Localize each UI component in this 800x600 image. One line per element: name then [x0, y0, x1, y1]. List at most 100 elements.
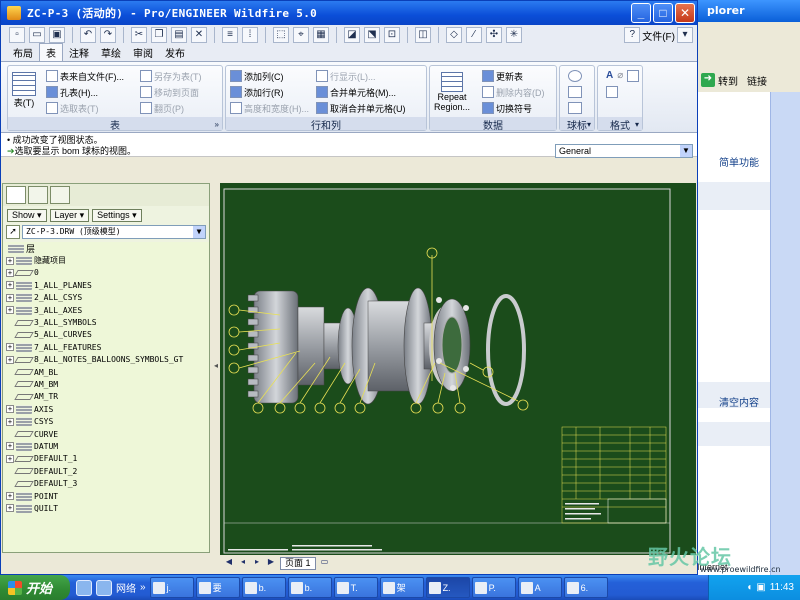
taskbar-window-button[interactable]: Z.	[425, 577, 470, 598]
layer-item[interactable]: +3_ALL_AXES	[6, 304, 209, 316]
background-scrollbar[interactable]	[770, 92, 800, 575]
layer-item[interactable]: + QUILT	[6, 502, 209, 514]
clock[interactable]: 11:43	[770, 582, 794, 593]
taskbar-window-button[interactable]: b.	[241, 577, 286, 598]
layer-item[interactable]: DEFAULT_3	[6, 477, 209, 489]
tray-network-icon[interactable]: ▣	[756, 582, 765, 593]
layer-icon[interactable]: ≡	[222, 27, 238, 43]
expand-icon[interactable]: +	[6, 442, 14, 451]
maximize-button[interactable]: □	[653, 3, 673, 23]
select-box-icon[interactable]: ⬚	[273, 27, 289, 43]
o-ring-part[interactable]	[486, 294, 526, 406]
tray-volume-icon[interactable]: ◖	[746, 582, 752, 593]
desktop-quick-launch-icon[interactable]	[96, 579, 112, 596]
favorites-tab[interactable]	[50, 186, 70, 204]
copy-icon[interactable]: ❐	[151, 27, 167, 43]
layer-item[interactable]: +8_ALL_NOTES_BALLOONS_SYMBOLS_GT	[6, 354, 209, 366]
window-control-icon[interactable]: ▾	[677, 27, 693, 43]
layer-item[interactable]: + AXIS	[6, 403, 209, 415]
delete-icon[interactable]: ✕	[191, 27, 207, 43]
layer-item[interactable]: 3_ALL_SYMBOLS	[6, 316, 209, 328]
taskbar-window-button[interactable]: T.	[333, 577, 378, 598]
expand-icon[interactable]: +	[6, 256, 14, 265]
datum-axis-icon[interactable]: ⁄	[466, 27, 482, 43]
ribbon-tab-0[interactable]: 布局	[7, 44, 39, 61]
merge-cells-button[interactable]: 合并单元格(M)...	[316, 84, 406, 100]
csys-icon[interactable]: ✳	[506, 27, 522, 43]
layer-menu-button[interactable]: Layer ▾	[49, 208, 90, 222]
sheet-tab-1[interactable]: 页面 1	[280, 556, 316, 570]
layer-item[interactable]: +1_ALL_PLANES	[6, 279, 209, 291]
layer-item[interactable]: +2_ALL_CSYS	[6, 292, 209, 304]
help-icon[interactable]: ?	[624, 27, 641, 43]
prev-sheet-icon[interactable]: ◂	[238, 557, 248, 569]
expand-icon[interactable]: +	[6, 268, 14, 277]
chevron-down-icon[interactable]: ▼	[193, 226, 205, 238]
chevron-down-icon[interactable]: ▼	[680, 145, 692, 157]
expand-icon[interactable]: +	[6, 355, 14, 364]
text-style-icon[interactable]: A	[606, 70, 613, 82]
layer-item[interactable]: + POINT	[6, 490, 209, 502]
find-icon[interactable]: ⌖	[293, 27, 309, 43]
model-tree-tab[interactable]	[6, 186, 26, 204]
clear-content-link[interactable]: 清空内容	[719, 394, 759, 409]
layer-item[interactable]: AM_TR	[6, 391, 209, 403]
zoom-window-icon[interactable]: ⬔	[364, 27, 380, 43]
toolbar-expand-icon[interactable]: »	[140, 582, 146, 593]
undo-icon[interactable]: ↶	[80, 27, 96, 43]
select-table-button[interactable]: 选取表(T)	[46, 100, 124, 116]
save-as-table-button[interactable]: 另存为表(T)	[140, 68, 202, 84]
settings-menu-button[interactable]: Settings ▾	[92, 208, 142, 222]
line-style-icon[interactable]	[627, 70, 640, 82]
datum-point-icon[interactable]: ✣	[486, 27, 502, 43]
go-button[interactable]: 转到	[718, 73, 738, 88]
create-balloon-icon[interactable]	[568, 70, 582, 82]
start-button[interactable]: 开始	[0, 575, 70, 600]
delete-content-button[interactable]: 删除内容(D)	[482, 84, 545, 100]
taskbar-window-button[interactable]: 架	[379, 577, 424, 598]
expand-icon[interactable]: +	[6, 504, 14, 513]
ribbon-tab-3[interactable]: 草绘	[95, 44, 127, 61]
balloon-arrange-icon[interactable]	[568, 86, 582, 98]
save-icon[interactable]: ▣	[49, 27, 65, 43]
links-label[interactable]: 链接	[747, 73, 767, 88]
layer-item[interactable]: AM_BL	[6, 366, 209, 378]
repaint-icon[interactable]: ◪	[344, 27, 360, 43]
exploded-assembly-view[interactable]	[247, 287, 526, 406]
text-style-disabled-icon[interactable]: ⌀	[617, 70, 623, 82]
splitter-grip-icon[interactable]: ◂	[214, 361, 218, 375]
model-combo[interactable]: ZC-P-3.DRW (顶级模型) ▼	[22, 225, 206, 239]
ribbon-tab-5[interactable]: 发布	[159, 44, 191, 61]
layer-item[interactable]: 5_ALL_CURVES	[6, 329, 209, 341]
minimize-button[interactable]: _	[631, 3, 651, 23]
expand-icon[interactable]: +	[6, 417, 14, 426]
ribbon-tab-1[interactable]: 表	[39, 43, 63, 61]
taskbar-window-button[interactable]: P.	[471, 577, 516, 598]
datum-plane-icon[interactable]: ◇	[446, 27, 462, 43]
layer-item[interactable]: + DEFAULT_1	[6, 453, 209, 465]
model-tree-icon[interactable]: ⁞	[242, 27, 258, 43]
new-sheet-icon[interactable]: ▭	[320, 557, 330, 569]
selection-filter-combo[interactable]: General ▼	[555, 144, 693, 158]
title-bar[interactable]: ZC-P-3 (活动的) - Pro/ENGINEER Wildfire 5.0…	[1, 1, 697, 25]
zoom-fit-icon[interactable]: ⊡	[384, 27, 400, 43]
toggle-symbol-button[interactable]: 切换符号	[482, 100, 545, 116]
taskbar-window-button[interactable]: 6.	[563, 577, 608, 598]
ribbon-tab-2[interactable]: 注释	[63, 44, 95, 61]
go-arrow-icon[interactable]: ➜	[701, 73, 715, 87]
simple-function-link[interactable]: 简单功能	[719, 154, 759, 169]
new-file-icon[interactable]: ▫	[9, 27, 25, 43]
expand-icon[interactable]: +	[6, 405, 14, 414]
show-menu-button[interactable]: Show ▾	[7, 208, 47, 222]
taskbar-window-button[interactable]: 要	[195, 577, 240, 598]
table-button[interactable]: 表(T)	[12, 72, 36, 109]
expand-icon[interactable]: +	[6, 306, 14, 315]
view-cube-icon[interactable]: ◫	[415, 27, 431, 43]
layer-item[interactable]: + CSYS	[6, 415, 209, 427]
paste-icon[interactable]: ▤	[171, 27, 187, 43]
select-arrow-icon[interactable]: ➚	[6, 225, 20, 239]
unmerge-cells-button[interactable]: 取消合并单元格(U)	[316, 100, 406, 116]
layer-item[interactable]: +0	[6, 267, 209, 279]
close-button[interactable]: ✕	[675, 3, 695, 23]
add-row-button[interactable]: 添加行(R)	[230, 84, 309, 100]
